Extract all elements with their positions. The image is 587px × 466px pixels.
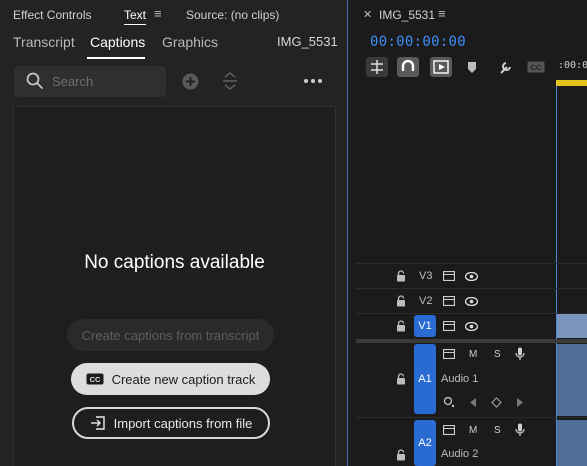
button-label: Import captions from file bbox=[113, 415, 253, 431]
subtab-transcript[interactable]: Transcript bbox=[13, 34, 75, 50]
sequence-name: IMG_5531 bbox=[277, 34, 338, 49]
microphone-icon[interactable] bbox=[515, 423, 525, 437]
more-options-icon[interactable] bbox=[303, 78, 323, 84]
track-label-a1: A1 bbox=[418, 373, 432, 385]
timeline-title[interactable]: IMG_5531 bbox=[379, 8, 435, 22]
import-icon bbox=[90, 416, 105, 430]
track-label-v2[interactable]: V2 bbox=[419, 295, 432, 307]
lock-icon[interactable] bbox=[396, 373, 406, 385]
import-captions-button[interactable]: Import captions from file bbox=[72, 407, 270, 439]
track-output-icon[interactable] bbox=[443, 321, 455, 331]
closed-captions-icon: CC bbox=[86, 373, 104, 385]
next-keyframe-icon[interactable] bbox=[516, 398, 523, 407]
audio-clip-a2[interactable] bbox=[557, 420, 587, 466]
track-name-audio-2: Audio 2 bbox=[441, 448, 479, 460]
track-output-icon[interactable] bbox=[443, 296, 455, 306]
track-output-icon[interactable] bbox=[443, 349, 455, 359]
work-area-bar[interactable] bbox=[556, 80, 587, 86]
track-name-audio-1: Audio 1 bbox=[441, 373, 479, 385]
previous-keyframe-icon[interactable] bbox=[470, 398, 477, 407]
video-clip[interactable] bbox=[557, 314, 587, 338]
panel-tab-bar: Effect Controls Text ≡ Source: (no clips… bbox=[0, 0, 348, 28]
wrench-icon[interactable] bbox=[498, 60, 513, 75]
eye-icon[interactable] bbox=[465, 297, 478, 306]
subtab-graphics[interactable]: Graphics bbox=[162, 34, 218, 50]
track-divider bbox=[356, 313, 587, 314]
empty-state-message: No captions available bbox=[84, 252, 265, 273]
sort-icon[interactable] bbox=[221, 70, 239, 92]
ruler-time-label: :00:00 bbox=[558, 60, 587, 71]
audio-clip-a1[interactable] bbox=[557, 344, 587, 416]
track-divider bbox=[356, 263, 587, 264]
create-captions-from-transcript-button[interactable]: Create captions from transcript bbox=[67, 319, 274, 351]
tab-source[interactable]: Source: (no clips) bbox=[186, 8, 279, 22]
marker-icon[interactable] bbox=[467, 61, 477, 74]
track-output-icon[interactable] bbox=[443, 425, 455, 435]
keyframe-toggle-icon[interactable] bbox=[443, 396, 455, 408]
track-label-v3[interactable]: V3 bbox=[419, 270, 432, 282]
solo-button-a1[interactable]: S bbox=[494, 349, 501, 360]
lock-icon[interactable] bbox=[396, 449, 406, 461]
svg-text:CC: CC bbox=[531, 63, 542, 72]
add-keyframe-icon[interactable] bbox=[491, 397, 502, 408]
video-audio-divider[interactable] bbox=[356, 339, 587, 343]
timecode-display[interactable]: 00:00:00:00 bbox=[370, 34, 466, 50]
mute-button-a2[interactable]: M bbox=[469, 425, 477, 436]
nest-icon bbox=[371, 60, 383, 74]
magnet-icon bbox=[401, 59, 415, 71]
add-caption-icon[interactable] bbox=[182, 73, 199, 90]
lock-icon[interactable] bbox=[396, 295, 406, 307]
panel-menu-icon[interactable]: ≡ bbox=[154, 6, 162, 21]
lock-icon[interactable] bbox=[396, 320, 406, 332]
button-label: Create captions from transcript bbox=[81, 327, 260, 343]
track-label-v1: V1 bbox=[418, 320, 432, 332]
mute-button-a1[interactable]: M bbox=[469, 349, 477, 360]
active-subtab-indicator bbox=[87, 57, 145, 59]
create-new-caption-track-button[interactable]: CC Create new caption track bbox=[71, 363, 270, 395]
track-target-a2[interactable]: A2 bbox=[414, 420, 436, 466]
close-icon[interactable]: ✕ bbox=[363, 8, 372, 21]
search-icon bbox=[26, 72, 43, 89]
lock-icon[interactable] bbox=[396, 270, 406, 282]
track-divider bbox=[356, 417, 587, 418]
solo-button-a2[interactable]: S bbox=[494, 425, 501, 436]
subtab-captions[interactable]: Captions bbox=[90, 34, 145, 50]
track-divider bbox=[356, 288, 587, 289]
search-input[interactable] bbox=[52, 66, 162, 97]
track-label-a2: A2 bbox=[418, 437, 432, 449]
svg-text:CC: CC bbox=[89, 375, 100, 384]
panel-menu-icon[interactable]: ≡ bbox=[438, 6, 446, 21]
eye-icon[interactable] bbox=[465, 272, 478, 281]
snap-button[interactable] bbox=[397, 57, 419, 77]
tab-text[interactable]: Text bbox=[124, 8, 147, 25]
eye-icon[interactable] bbox=[465, 322, 478, 331]
track-output-icon[interactable] bbox=[443, 271, 455, 281]
track-target-a1[interactable]: A1 bbox=[414, 344, 436, 414]
tab-effect-controls[interactable]: Effect Controls bbox=[13, 8, 91, 22]
track-target-v1[interactable]: V1 bbox=[414, 315, 436, 337]
linked-selection-icon bbox=[433, 60, 449, 74]
captions-display-icon[interactable]: CC bbox=[527, 61, 545, 73]
button-label: Create new caption track bbox=[111, 371, 256, 387]
microphone-icon[interactable] bbox=[515, 347, 525, 361]
linked-selection-button[interactable] bbox=[430, 57, 452, 77]
insert-nest-tool-button[interactable] bbox=[366, 57, 388, 77]
